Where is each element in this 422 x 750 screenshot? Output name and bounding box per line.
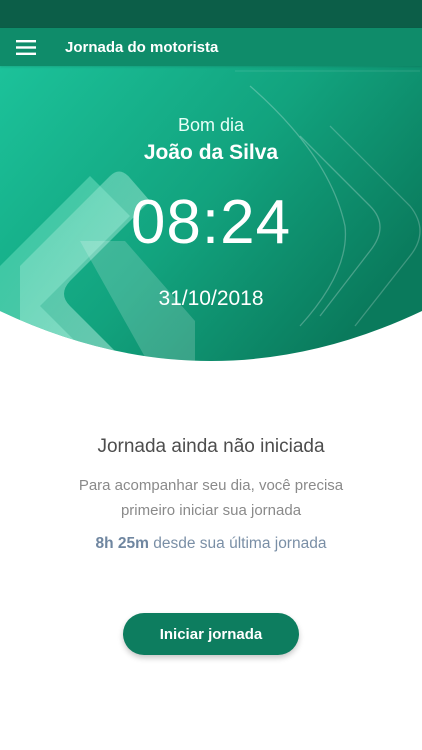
journey-status-title: Jornada ainda não iniciada (97, 436, 325, 457)
app-bar: Jornada do motorista (0, 28, 422, 66)
user-name: João da Silva (143, 141, 279, 164)
journey-status-description: Para acompanhar seu dia, você precisa pr… (78, 477, 344, 519)
start-journey-button[interactable]: Iniciar jornada (123, 613, 299, 655)
greeting-text: Bom dia (177, 115, 245, 135)
current-time: 08:24 (130, 188, 292, 257)
elapsed-suffix: desde sua última jornada (148, 535, 327, 552)
hamburger-menu-icon (16, 39, 36, 55)
current-date: 31/10/2018 (158, 287, 264, 310)
elapsed-value: 8h 25m (95, 535, 149, 552)
menu-button[interactable] (0, 28, 52, 66)
app-title: Jornada do motorista (65, 38, 219, 56)
elapsed-since-last-journey: 8h 25m desde sua última jornada (0, 535, 422, 553)
status-bar (0, 0, 422, 28)
